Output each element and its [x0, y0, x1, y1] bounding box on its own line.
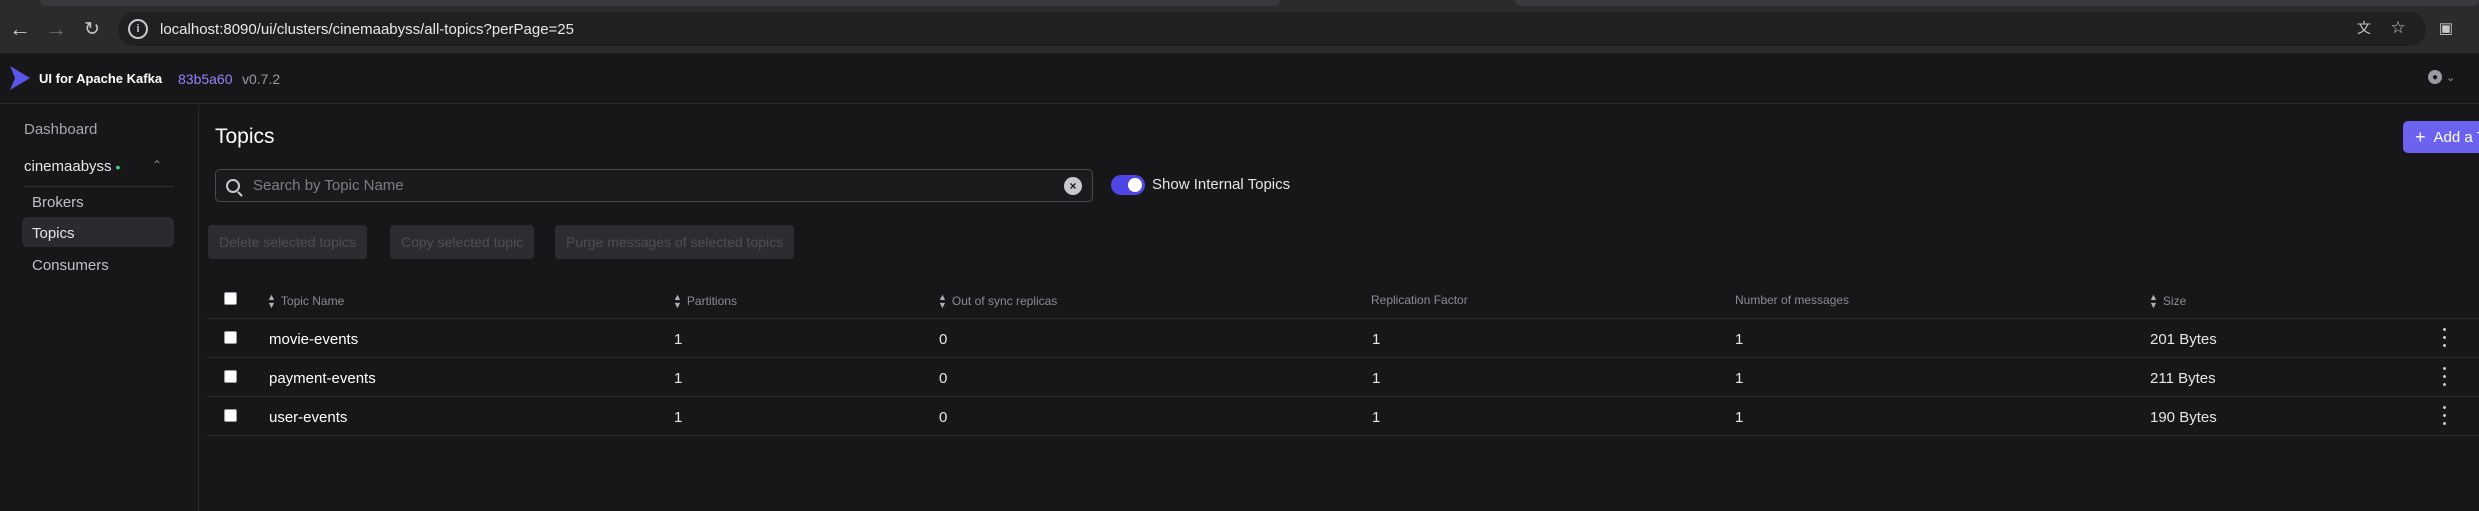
sidebar-item-brokers[interactable]: Brokers: [32, 194, 84, 211]
row-checkbox[interactable]: [224, 409, 237, 422]
toggle-knob: [1128, 178, 1142, 192]
sort-icon: ▲ ▼: [2149, 292, 2158, 310]
search-input[interactable]: [253, 177, 1064, 194]
partitions-cell: 1: [674, 409, 683, 426]
copy-selected-button[interactable]: Copy selected topic: [390, 225, 535, 259]
size-cell: 201 Bytes: [2150, 331, 2217, 348]
user-menu[interactable]: ● ⌄: [2428, 70, 2455, 84]
select-all-checkbox[interactable]: [224, 292, 237, 305]
sidebar-cluster[interactable]: cinemaabyss •: [24, 158, 120, 175]
kafka-logo-icon[interactable]: [8, 64, 32, 92]
replication-cell: 1: [1372, 370, 1381, 387]
column-label: Topic Name: [280, 294, 345, 308]
add-topic-button[interactable]: + Add a Topic: [2403, 121, 2479, 153]
reload-icon[interactable]: ↻: [80, 17, 104, 41]
row-checkbox[interactable]: [224, 370, 237, 383]
replication-cell: 1: [1372, 409, 1381, 426]
out-of-sync-cell: 0: [939, 409, 948, 426]
cluster-status-icon: •: [115, 158, 121, 175]
browser-tab-edge[interactable]: [40, 0, 1280, 6]
sidebar-divider: [24, 186, 174, 187]
address-bar[interactable]: i localhost:8090/ui/clusters/cinemaabyss…: [118, 12, 2426, 46]
topic-name-link[interactable]: movie-events: [269, 331, 358, 348]
chevron-up-icon[interactable]: ⌃: [152, 158, 162, 172]
column-size[interactable]: ▲ ▼ Size: [2149, 292, 2187, 310]
table-row[interactable]: movie-events 1 0 1 1 201 Bytes: [207, 319, 2479, 358]
sort-icon: ▲ ▼: [267, 292, 276, 310]
column-label: Number of messages: [1735, 293, 1850, 307]
messages-cell: 1: [1735, 370, 1744, 387]
table-header: ▲ ▼ Topic Name ▲ ▼ Partitions ▲ ▼ Out of sy…: [207, 279, 2479, 319]
more-actions-icon[interactable]: [2439, 364, 2449, 388]
search-icon: [226, 178, 240, 193]
delete-selected-button[interactable]: Delete selected topics: [208, 225, 367, 259]
browser-tab-edge[interactable]: [1515, 0, 2479, 6]
topic-name-link[interactable]: user-events: [269, 409, 347, 426]
info-icon[interactable]: i: [128, 19, 148, 39]
sidebar-item-topics[interactable]: Topics: [32, 225, 75, 242]
replication-cell: 1: [1372, 331, 1381, 348]
sidebar: Dashboard cinemaabyss • ⌃ Brokers Topics…: [0, 105, 199, 511]
out-of-sync-cell: 0: [939, 370, 948, 387]
back-icon[interactable]: ←: [8, 16, 32, 41]
search-field[interactable]: ×: [215, 169, 1093, 202]
app-header: UI for Apache Kafka 83b5a60 v0.7.2 ● ⌄: [0, 53, 2479, 104]
star-icon[interactable]: ☆: [2386, 16, 2410, 40]
main-content: Topics + Add a Topic × Show Internal Top…: [200, 105, 2479, 511]
more-actions-icon[interactable]: [2439, 403, 2449, 427]
column-replication-factor: Replication Factor: [1371, 293, 1468, 307]
table-row[interactable]: user-events 1 0 1 1 190 Bytes: [207, 397, 2479, 436]
brand-title[interactable]: UI for Apache Kafka: [39, 71, 162, 86]
column-partitions[interactable]: ▲ ▼ Partitions: [673, 292, 737, 310]
messages-cell: 1: [1735, 331, 1744, 348]
version-number: v0.7.2: [242, 71, 281, 87]
version-hash-link[interactable]: 83b5a60: [178, 71, 233, 87]
column-label: Replication Factor: [1371, 293, 1468, 307]
show-internal-toggle[interactable]: [1111, 175, 1145, 195]
column-number-of-messages: Number of messages: [1735, 293, 1849, 307]
more-actions-icon[interactable]: [2439, 325, 2449, 349]
column-label: Partitions: [686, 294, 737, 308]
browser-toolbar: ← → ↻ i localhost:8090/ui/clusters/cinem…: [0, 0, 2479, 53]
topic-name-link[interactable]: payment-events: [269, 370, 376, 387]
sort-icon: ▲ ▼: [673, 292, 682, 310]
clear-icon[interactable]: ×: [1064, 176, 1082, 195]
page-title: Topics: [215, 125, 275, 148]
out-of-sync-cell: 0: [939, 331, 948, 348]
partitions-cell: 1: [674, 331, 683, 348]
table-row[interactable]: payment-events 1 0 1 1 211 Bytes: [207, 358, 2479, 397]
cluster-name: cinemaabyss: [24, 158, 112, 175]
purge-selected-button[interactable]: Purge messages of selected topics: [555, 225, 795, 259]
column-label: Out of sync replicas: [951, 294, 1058, 308]
column-out-of-sync[interactable]: ▲ ▼ Out of sync replicas: [938, 292, 1058, 310]
add-topic-label: Add a Topic: [2433, 128, 2479, 146]
column-label: Size: [2162, 294, 2187, 308]
messages-cell: 1: [1735, 409, 1744, 426]
row-checkbox[interactable]: [224, 331, 237, 344]
url-text[interactable]: localhost:8090/ui/clusters/cinemaabyss/a…: [160, 21, 574, 38]
translate-icon[interactable]: 文: [2352, 16, 2376, 40]
chevron-down-icon: ⌄: [2446, 71, 2456, 84]
show-internal-label: Show Internal Topics: [1152, 176, 1291, 193]
sidebar-item-dashboard[interactable]: Dashboard: [24, 121, 97, 138]
sidebar-item-consumers[interactable]: Consumers: [32, 257, 109, 274]
partitions-cell: 1: [674, 370, 683, 387]
forward-icon[interactable]: →: [44, 16, 68, 41]
plus-icon: +: [2415, 126, 2426, 147]
user-avatar-icon: ●: [2428, 70, 2442, 84]
extensions-icon[interactable]: ▣: [2434, 16, 2458, 40]
column-topic-name[interactable]: ▲ ▼ Topic Name: [267, 292, 345, 310]
size-cell: 211 Bytes: [2150, 370, 2216, 387]
sort-icon: ▲ ▼: [938, 292, 947, 310]
size-cell: 190 Bytes: [2150, 409, 2217, 426]
